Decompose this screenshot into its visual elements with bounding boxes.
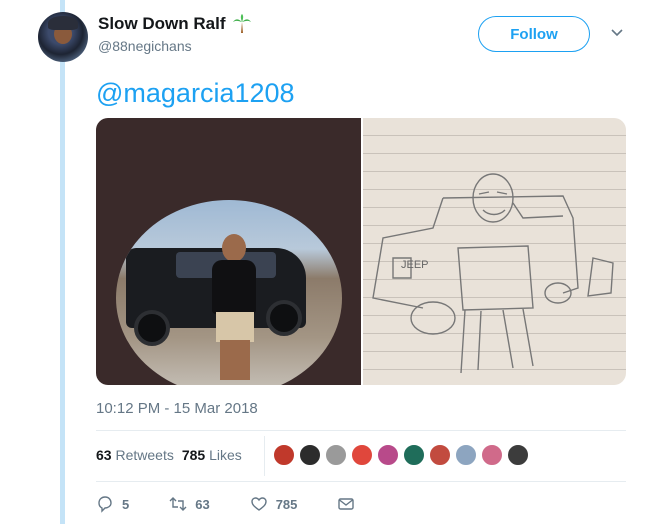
liker-avatars [272, 443, 530, 467]
tweet-actions: 5 63 785 [96, 495, 395, 513]
retweet-count: 63 [195, 496, 210, 512]
display-name[interactable]: Slow Down Ralf [98, 14, 226, 34]
retweet-icon [169, 497, 187, 511]
stat-divider [264, 436, 265, 476]
palm-tree-icon [232, 14, 251, 33]
liker-avatar[interactable] [324, 443, 348, 467]
person [208, 234, 260, 384]
sketch-label: JEEP [401, 259, 429, 271]
liker-avatar[interactable] [402, 443, 426, 467]
engagement-stats: 63 Retweets 785 Likes [96, 447, 242, 463]
photo-sketch[interactable]: JEEP [363, 118, 626, 385]
message-action[interactable] [337, 495, 355, 513]
liker-avatar[interactable] [428, 443, 452, 467]
envelope-icon [338, 498, 355, 510]
retweets-label: Retweets [115, 447, 174, 463]
author-name-row: Slow Down Ralf [98, 14, 252, 34]
likes-count: 785 [181, 447, 206, 463]
person-head [222, 234, 246, 262]
liker-avatar[interactable] [272, 443, 296, 467]
liker-avatar[interactable] [350, 443, 374, 467]
media-gallery: JEEP [96, 118, 626, 385]
jeep-wheel [134, 310, 170, 346]
jeep-wheel [266, 300, 302, 336]
pencil-sketch: JEEP [372, 173, 614, 374]
person-shorts [216, 312, 254, 342]
photo-jeep[interactable] [96, 118, 361, 385]
reply-count: 5 [122, 496, 130, 512]
chevron-down-icon[interactable] [610, 28, 624, 38]
thread-line [60, 0, 65, 524]
mention-link[interactable]: @magarcia1208 [96, 78, 295, 109]
avatar-hat [48, 16, 78, 30]
heart-icon [251, 497, 267, 511]
like-count: 785 [275, 496, 298, 512]
person-legs [220, 340, 250, 380]
liker-avatar[interactable] [480, 443, 504, 467]
liker-avatar[interactable] [298, 443, 322, 467]
divider [96, 481, 626, 482]
liker-avatar[interactable] [376, 443, 400, 467]
divider [96, 430, 626, 431]
reply-icon [98, 496, 112, 513]
avatar[interactable] [38, 12, 88, 62]
liker-avatar[interactable] [454, 443, 478, 467]
follow-button[interactable]: Follow [478, 16, 590, 52]
likes-stat[interactable]: 785 Likes [182, 447, 242, 463]
likes-label: Likes [209, 447, 242, 463]
person-shirt [212, 260, 256, 314]
retweet-action[interactable]: 63 [169, 495, 210, 513]
circle-photo [116, 200, 342, 385]
liker-avatar[interactable] [506, 443, 530, 467]
retweets-count: 63 [96, 447, 112, 463]
retweets-stat[interactable]: 63 Retweets [96, 447, 174, 463]
reply-action[interactable]: 5 [96, 495, 129, 513]
timestamp[interactable]: 10:12 PM - 15 Mar 2018 [96, 400, 258, 417]
handle[interactable]: @88negichans [98, 38, 192, 54]
like-action[interactable]: 785 [250, 495, 298, 513]
